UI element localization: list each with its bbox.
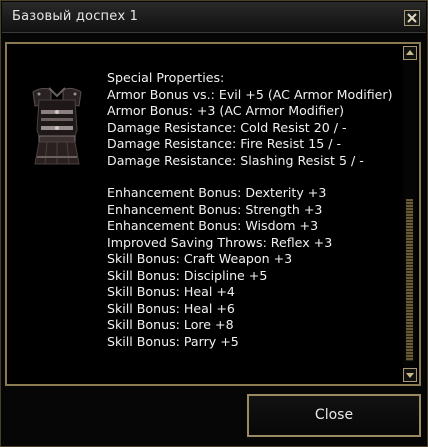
property-line: Skill Bonus: Lore +8 [107, 317, 234, 332]
properties-text: Special Properties: Armor Bonus vs.: Evi… [107, 70, 399, 350]
armor-icon [23, 82, 91, 168]
scroll-up-arrow-icon[interactable] [403, 46, 417, 60]
property-line: Skill Bonus: Discipline +5 [107, 267, 268, 283]
item-description-window: Базовый доспех 1 Special Properties: Arm… [0, 0, 428, 447]
scroll-track[interactable] [403, 62, 417, 366]
property-line: Skill Bonus: Heal +6 [107, 300, 235, 316]
property-line: Improved Saving Throws: Reflex +3 [107, 234, 333, 250]
property-line: Damage Resistance: Cold Resist 20 / - [107, 119, 347, 135]
property-line: Damage Resistance: Slashing Resist 5 / - [107, 152, 364, 168]
title-bar[interactable]: Базовый доспех 1 [2, 2, 426, 33]
property-line: Armor Bonus: +3 (AC Armor Modifier) [107, 103, 345, 118]
properties-heading: Special Properties: [107, 70, 225, 85]
property-line: Armor Bonus vs.: Evil +5 (AC Armor Modif… [107, 86, 393, 102]
property-line: Damage Resistance: Fire Resist 15 / - [107, 136, 342, 151]
window-title: Базовый доспех 1 [12, 9, 139, 24]
scroll-thumb[interactable] [406, 199, 413, 361]
close-button[interactable]: Close [247, 394, 421, 437]
property-line: Skill Bonus: Heal +4 [107, 284, 235, 299]
property-line: Skill Bonus: Parry +5 [107, 333, 239, 349]
close-x-icon[interactable] [404, 10, 420, 26]
vertical-scrollbar[interactable] [403, 46, 417, 382]
property-line: Skill Bonus: Craft Weapon +3 [107, 251, 293, 266]
properties-panel: Special Properties: Armor Bonus vs.: Evi… [5, 42, 421, 386]
property-line: Enhancement Bonus: Wisdom +3 [107, 218, 319, 233]
scroll-down-arrow-icon[interactable] [403, 368, 417, 382]
property-line: Enhancement Bonus: Dexterity +3 [107, 185, 327, 200]
property-line: Enhancement Bonus: Strength +3 [107, 201, 323, 217]
